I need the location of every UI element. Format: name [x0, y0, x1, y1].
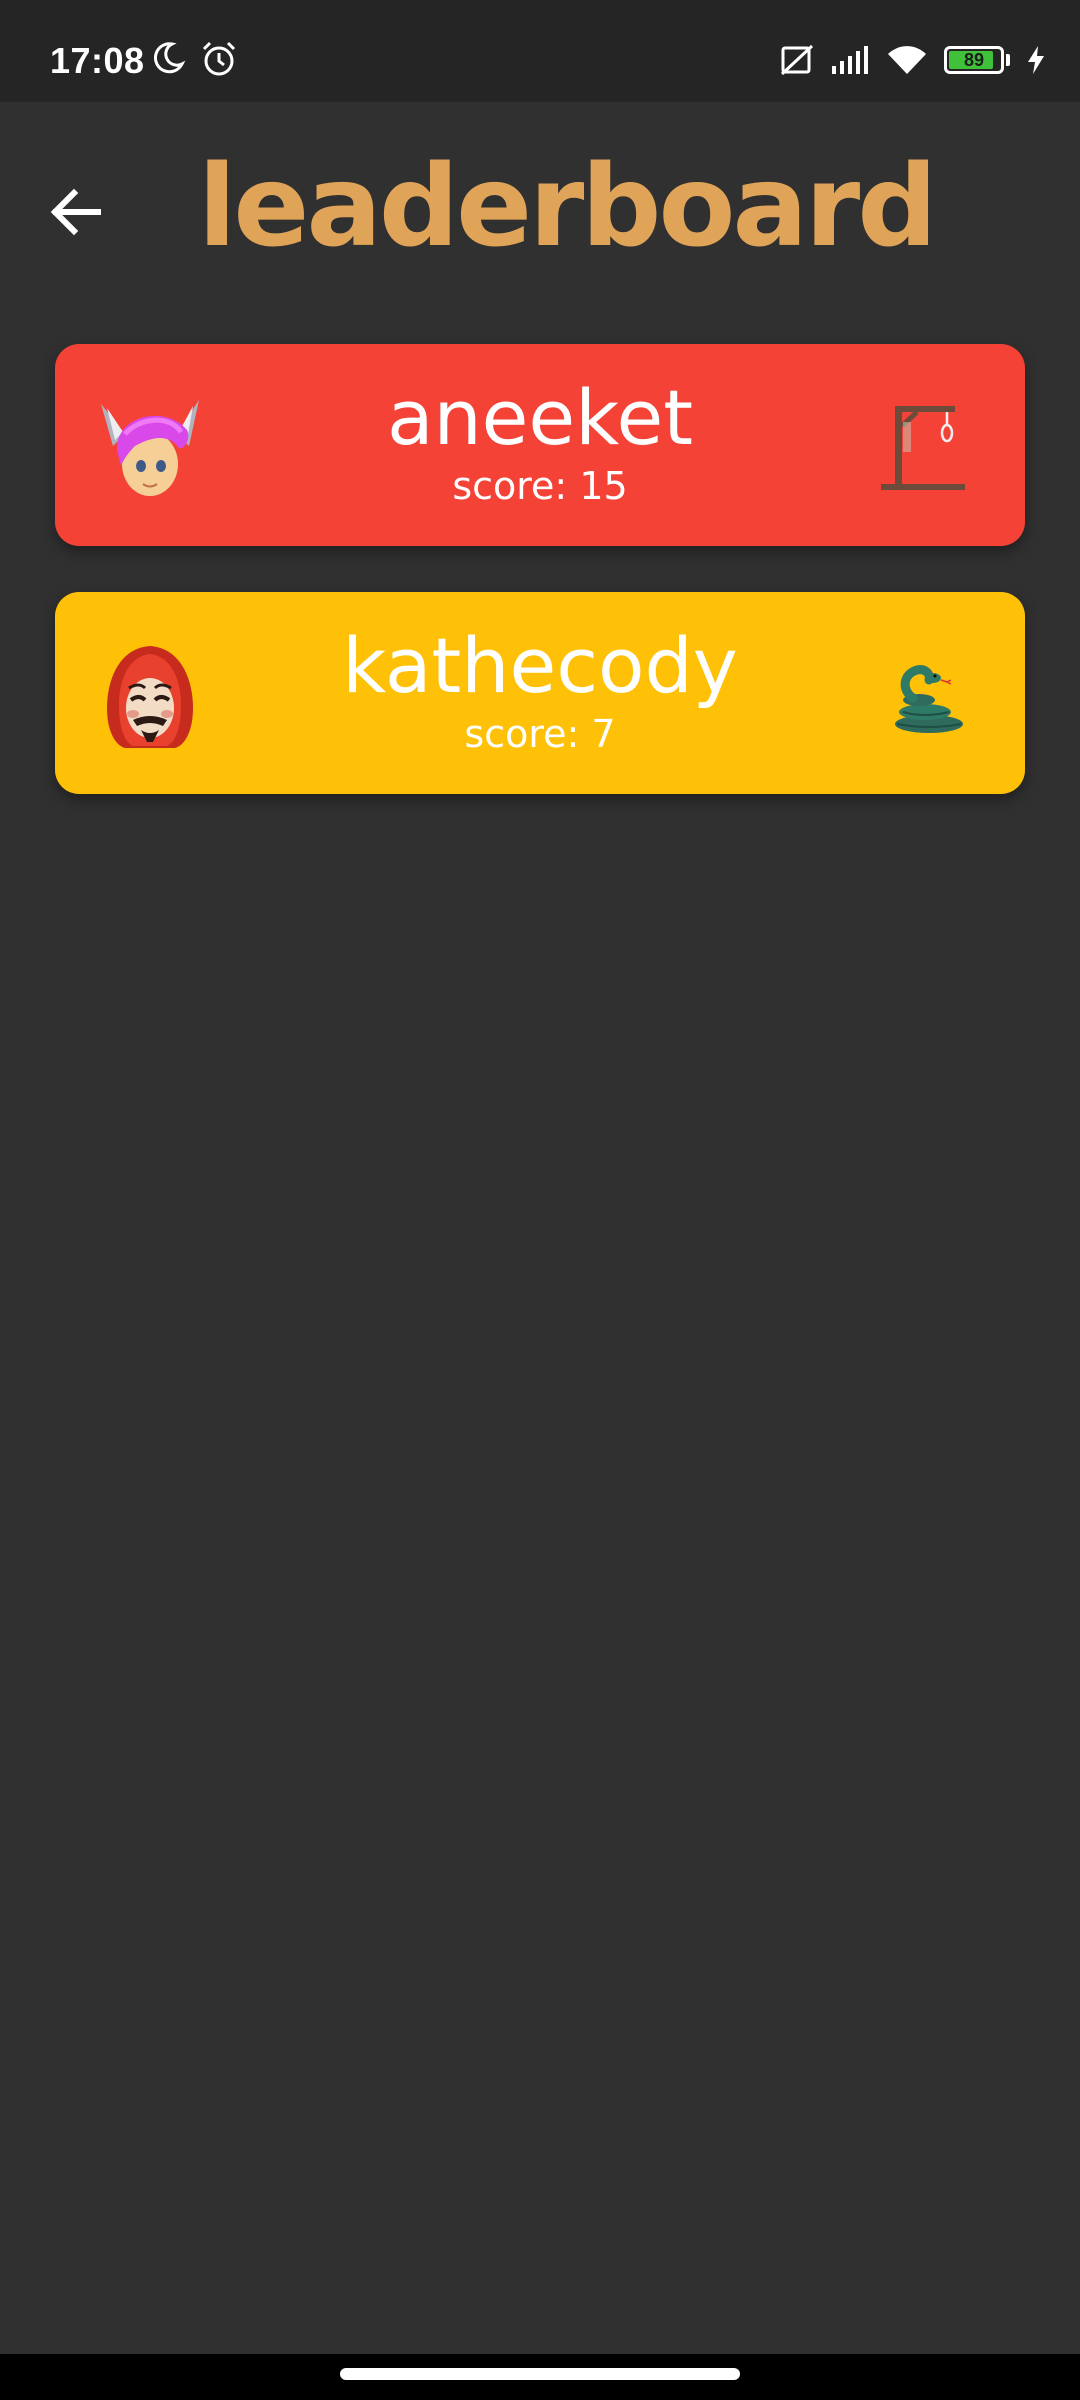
wifi-icon: [888, 46, 926, 74]
alarm-icon: [202, 41, 236, 76]
home-indicator[interactable]: [340, 2368, 740, 2380]
no-sim-icon: [780, 44, 814, 76]
header: leaderboard: [0, 102, 1080, 322]
navigation-bar: [0, 2354, 1080, 2400]
gallows-icon: [881, 406, 965, 490]
snake-icon: [895, 665, 963, 733]
moon-icon: [153, 42, 186, 74]
page-title: leaderboard: [198, 142, 937, 272]
charging-bolt-icon: [1028, 46, 1044, 74]
battery-level: 89: [963, 49, 985, 70]
back-button[interactable]: [44, 180, 108, 244]
battery-icon: 89: [944, 46, 1004, 74]
leaderboard-card[interactable]: aneeket score: 15: [55, 344, 1025, 546]
leaderboard-card[interactable]: kathecody score: 7: [55, 592, 1025, 794]
battery-tip: [1006, 54, 1010, 66]
signal-icon: [832, 46, 868, 74]
status-bar: 17:08 89: [0, 0, 1080, 102]
leaderboard-list: aneeket score: 15 kathecody score: 7: [55, 344, 1025, 840]
status-time: 17:08: [50, 40, 145, 81]
arrow-left-icon: [50, 188, 101, 236]
